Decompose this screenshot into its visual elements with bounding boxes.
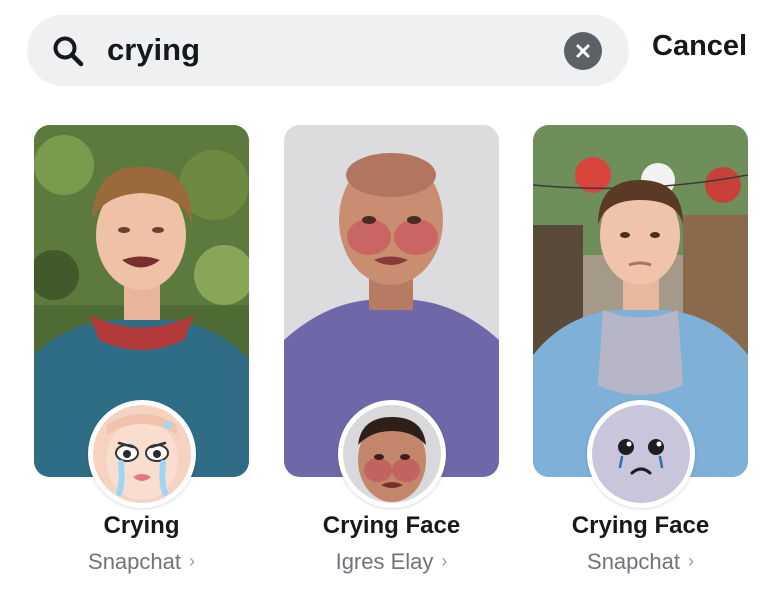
lens-title: Crying Face: [322, 512, 461, 539]
lens-creator-link[interactable]: Igres Elay ›: [284, 549, 499, 575]
chevron-right-icon: ›: [188, 551, 195, 571]
search-input[interactable]: [107, 29, 547, 71]
lens-card-crying[interactable]: Crying Snapchat ›: [34, 125, 249, 595]
lens-creator-name: Igres Elay: [335, 549, 434, 574]
cancel-button[interactable]: Cancel: [652, 30, 747, 63]
search-bar[interactable]: [27, 15, 629, 86]
lens-icon: [338, 400, 446, 508]
lens-card-crying-face-snapchat[interactable]: Crying Face Snapchat ›: [533, 125, 748, 595]
lens-card-crying-face-igres[interactable]: Crying Face Igres Elay ›: [284, 125, 499, 595]
search-icon: [53, 36, 84, 67]
lens-title: Crying Face: [571, 512, 710, 539]
lens-title: Crying: [103, 512, 180, 539]
clear-x-icon: [576, 44, 590, 58]
lens-creator-name: Snapchat: [88, 549, 181, 574]
lens-icon: [587, 400, 695, 508]
lens-creator-link[interactable]: Snapchat ›: [533, 549, 748, 575]
sad-face-icon: [592, 405, 690, 503]
crying-face-photo-icon: [343, 405, 441, 503]
clear-search-button[interactable]: [564, 32, 602, 70]
lens-creator-name: Snapchat: [587, 549, 680, 574]
crying-cartoon-face-icon: [93, 405, 191, 503]
lens-creator-link[interactable]: Snapchat ›: [34, 549, 249, 575]
lens-icon: [88, 400, 196, 508]
chevron-right-icon: ›: [441, 551, 448, 571]
chevron-right-icon: ›: [687, 551, 694, 571]
